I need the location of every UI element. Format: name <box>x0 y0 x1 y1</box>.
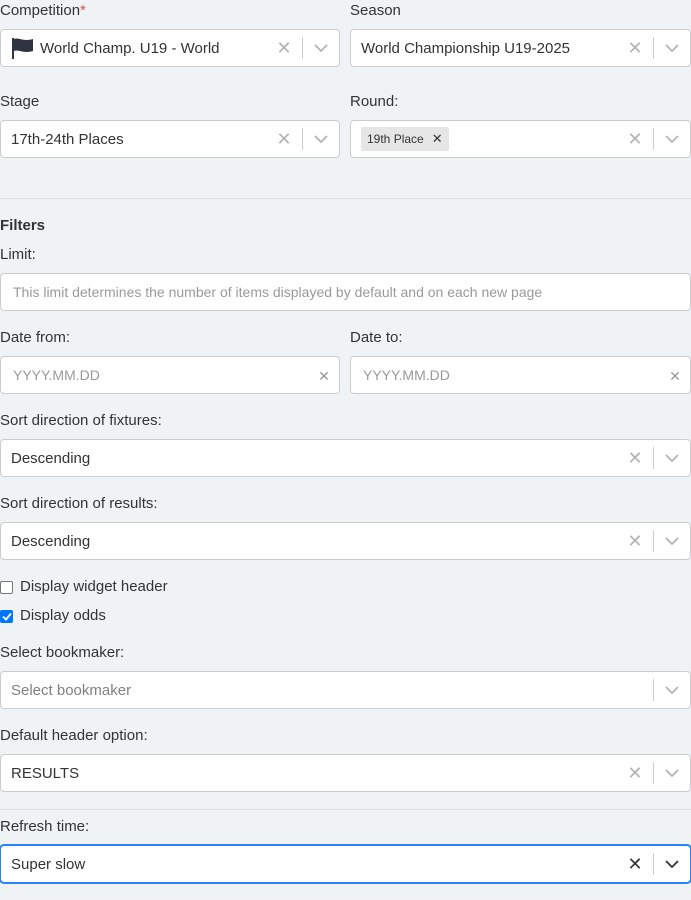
clear-icon[interactable]: ✕ <box>309 365 339 385</box>
sort-results-select[interactable]: Descending ✕ <box>0 522 691 560</box>
season-select[interactable]: World Championship U19-2025 ✕ <box>350 29 691 67</box>
chevron-down-icon[interactable] <box>654 755 690 791</box>
default-header-value: RESULTS <box>11 764 80 782</box>
clear-icon[interactable]: ✕ <box>266 30 302 66</box>
round-chip-label: 19th Place <box>367 132 424 146</box>
chevron-down-icon[interactable] <box>654 846 690 882</box>
round-label: Round: <box>350 93 399 110</box>
competition-value: World Champ. U19 - World <box>40 39 220 57</box>
sort-fixtures-value: Descending <box>11 449 91 467</box>
display-odds-row[interactable]: Display odds <box>0 607 106 625</box>
display-odds-label: Display odds <box>20 607 106 624</box>
stage-value: 17th-24th Places <box>11 130 124 148</box>
season-label: Season <box>350 2 401 19</box>
sort-fixtures-label: Sort direction of fixtures: <box>0 412 162 429</box>
limit-input[interactable]: This limit determines the number of item… <box>0 273 691 311</box>
refresh-time-label: Refresh time: <box>0 818 90 835</box>
date-from-input[interactable]: YYYY.MM.DD ✕ <box>0 356 340 394</box>
refresh-time-select[interactable]: Super slow ✕ <box>0 845 691 883</box>
date-from-placeholder: YYYY.MM.DD <box>13 367 100 383</box>
bookmaker-placeholder: Select bookmaker <box>11 681 132 699</box>
competition-label: Competition* <box>0 2 86 20</box>
default-header-label: Default header option: <box>0 727 148 744</box>
chevron-down-icon[interactable] <box>654 121 690 157</box>
clear-icon[interactable]: ✕ <box>266 121 302 157</box>
sort-fixtures-select[interactable]: Descending ✕ <box>0 439 691 477</box>
section-divider <box>0 198 691 199</box>
competition-select[interactable]: World Champ. U19 - World ✕ <box>0 29 340 67</box>
clear-icon[interactable]: ✕ <box>617 523 653 559</box>
refresh-time-value: Super slow <box>11 855 86 873</box>
clear-icon[interactable]: ✕ <box>617 30 653 66</box>
display-odds-checkbox[interactable] <box>0 609 13 623</box>
chevron-down-icon[interactable] <box>654 440 690 476</box>
bookmaker-select[interactable]: Select bookmaker <box>0 671 691 709</box>
chevron-down-icon[interactable] <box>654 30 690 66</box>
chevron-down-icon[interactable] <box>654 672 690 708</box>
clear-icon[interactable]: ✕ <box>617 121 653 157</box>
competition-label-text: Competition <box>0 2 81 19</box>
chevron-down-icon[interactable] <box>303 30 339 66</box>
default-header-select[interactable]: RESULTS ✕ <box>0 754 691 792</box>
sort-results-value: Descending <box>11 532 91 550</box>
chip-remove-icon[interactable]: ✕ <box>432 131 443 147</box>
section-divider <box>0 809 691 810</box>
date-to-label: Date to: <box>350 329 403 346</box>
required-mark: * <box>80 2 86 19</box>
clear-icon[interactable]: ✕ <box>617 755 653 791</box>
date-from-label: Date from: <box>0 329 71 346</box>
chevron-down-icon[interactable] <box>654 523 690 559</box>
date-to-input[interactable]: YYYY.MM.DD ✕ <box>350 356 691 394</box>
filters-title: Filters <box>0 217 46 234</box>
stage-label: Stage <box>0 93 40 110</box>
clear-icon[interactable]: ✕ <box>617 846 653 882</box>
display-widget-header-row[interactable]: Display widget header <box>0 578 168 596</box>
date-to-placeholder: YYYY.MM.DD <box>363 367 450 383</box>
display-widget-header-checkbox[interactable] <box>0 580 13 594</box>
display-widget-header-label: Display widget header <box>20 578 168 595</box>
clear-icon[interactable]: ✕ <box>617 440 653 476</box>
flag-icon <box>12 38 33 59</box>
limit-label: Limit: <box>0 246 36 263</box>
chevron-down-icon[interactable] <box>303 121 339 157</box>
clear-icon[interactable]: ✕ <box>660 365 690 385</box>
bookmaker-label: Select bookmaker: <box>0 644 125 661</box>
stage-select[interactable]: 17th-24th Places ✕ <box>0 120 340 158</box>
sort-results-label: Sort direction of results: <box>0 495 158 512</box>
limit-placeholder: This limit determines the number of item… <box>13 284 543 300</box>
check-icon <box>1 612 12 621</box>
round-select[interactable]: 19th Place ✕ ✕ <box>350 120 691 158</box>
round-chip: 19th Place ✕ <box>361 127 449 151</box>
season-value: World Championship U19-2025 <box>361 39 571 57</box>
